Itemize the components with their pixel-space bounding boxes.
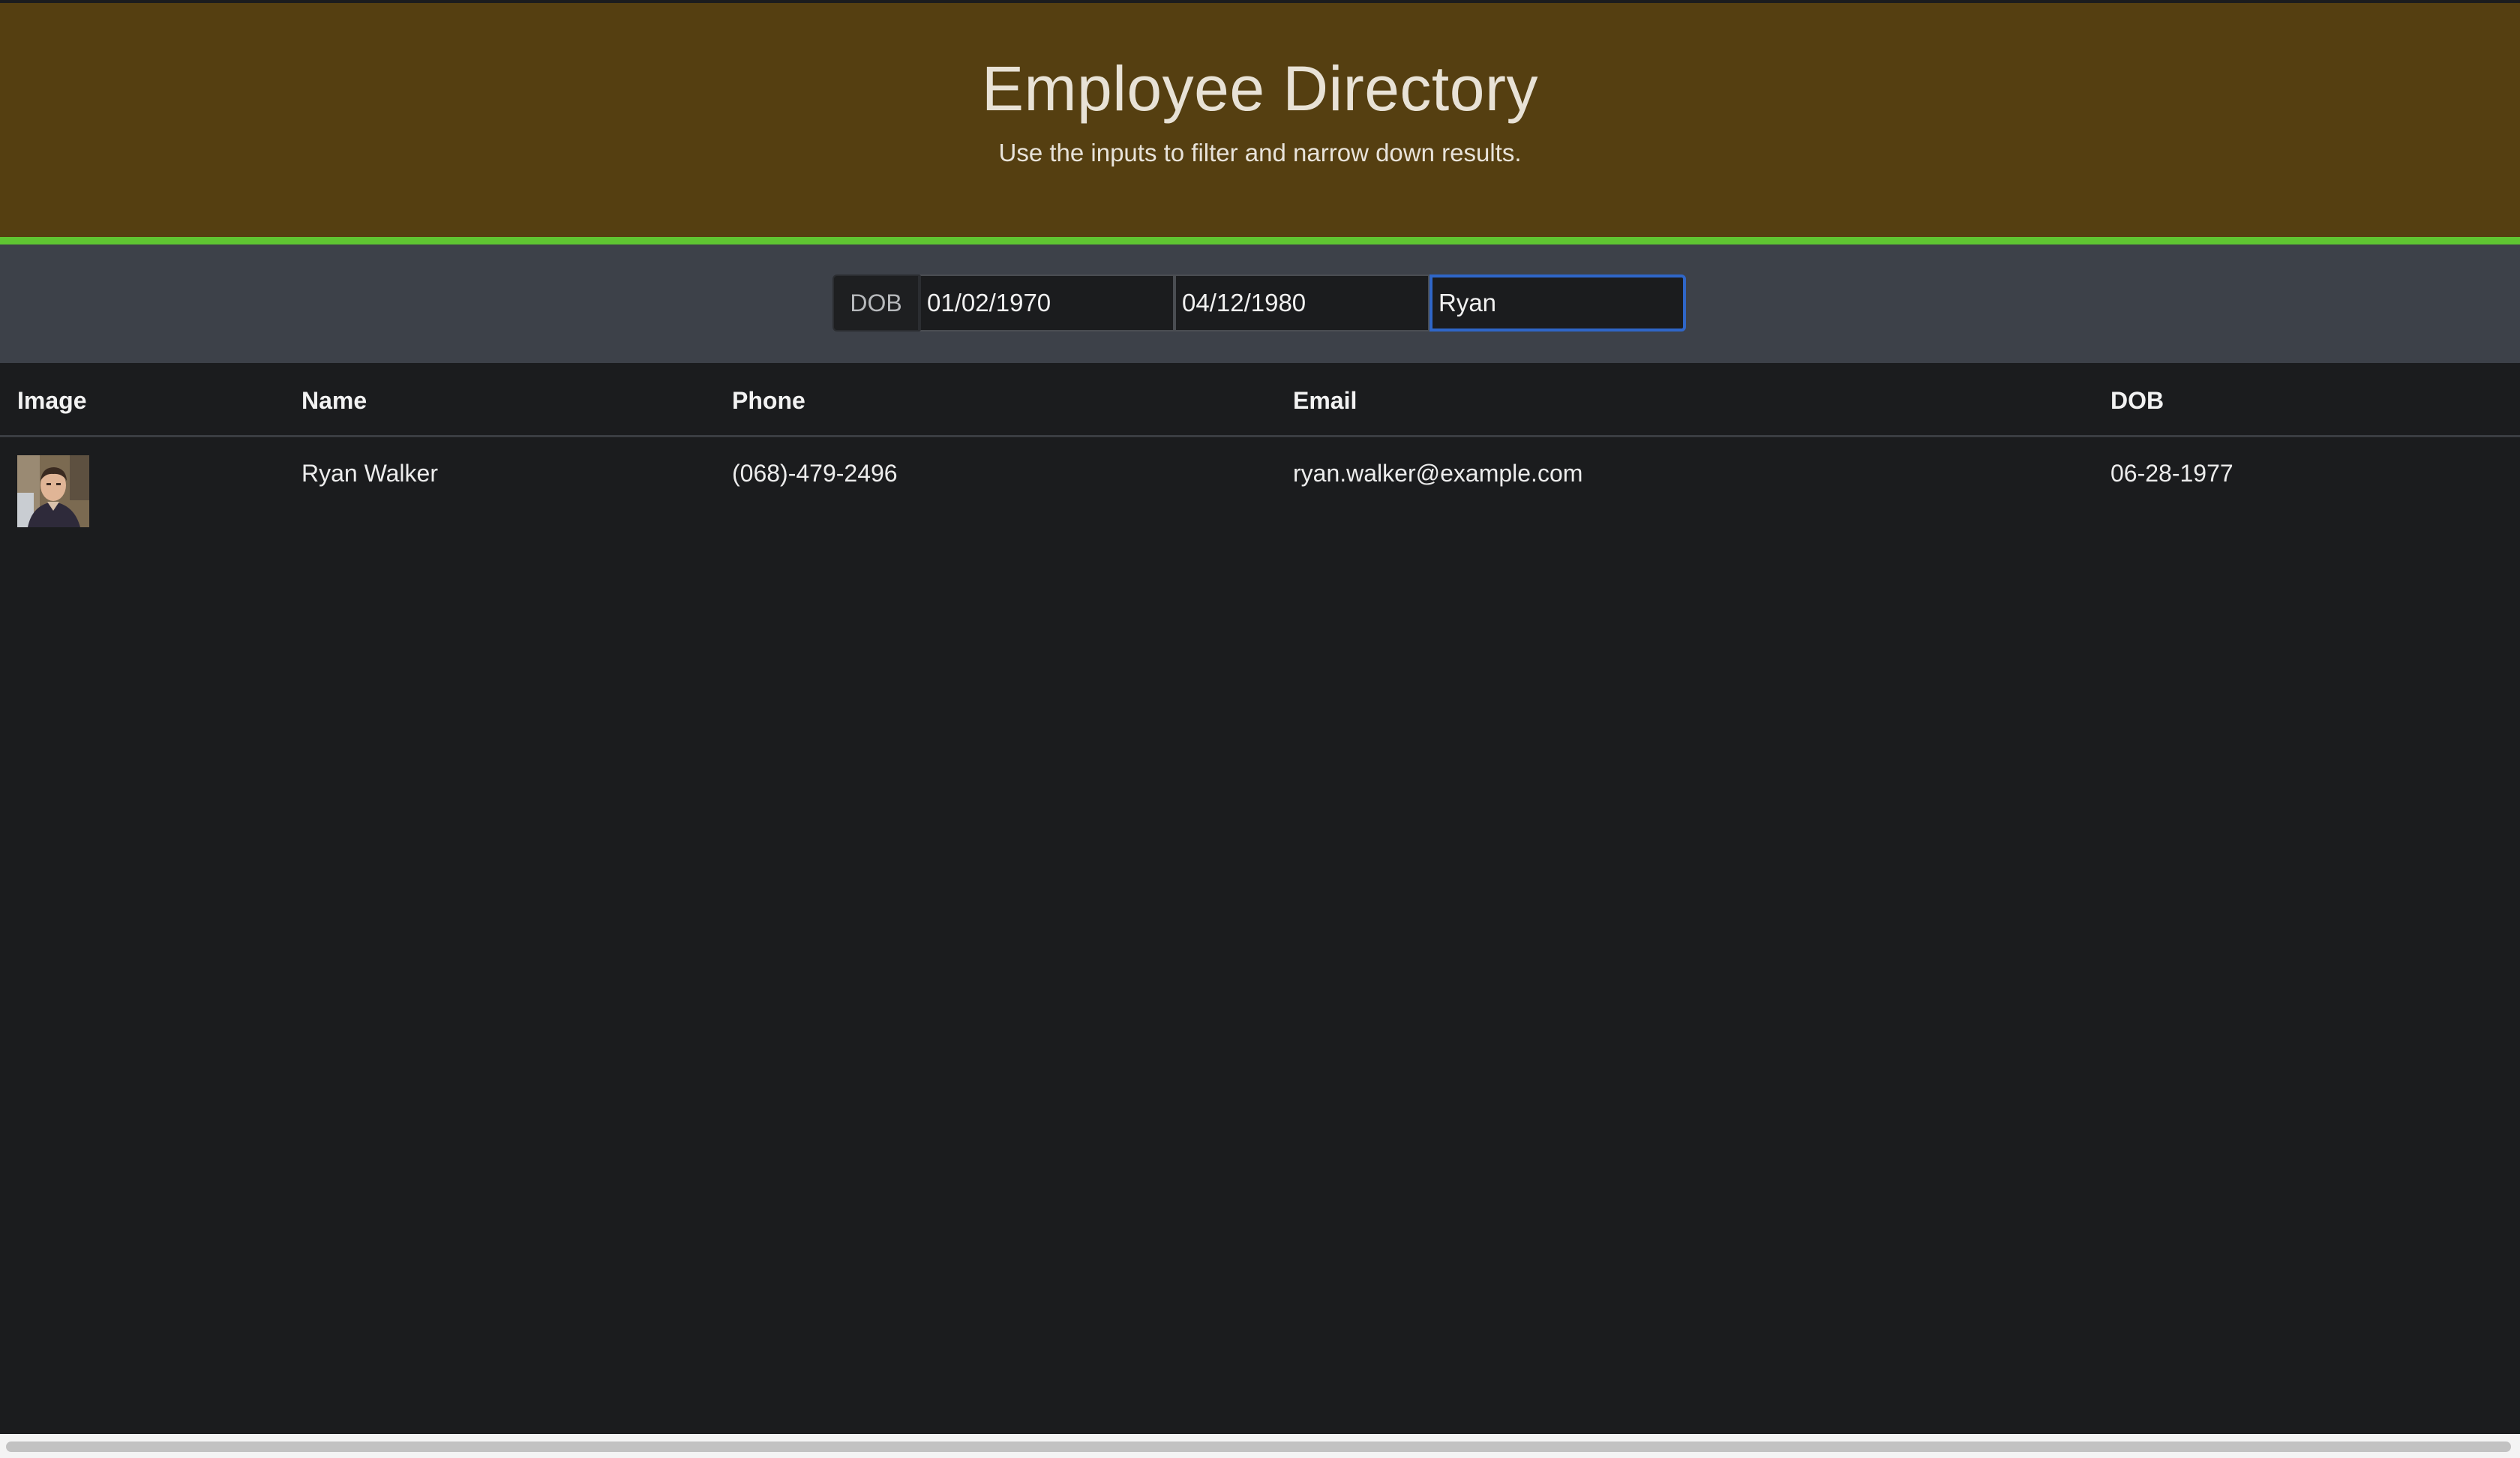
table-header: Image Name Phone Email DOB: [0, 363, 2520, 437]
dob-end-input[interactable]: [1174, 274, 1430, 332]
employee-email: ryan.walker@example.com: [1293, 460, 1583, 487]
page-header: Employee Directory Use the inputs to fil…: [0, 3, 2520, 237]
page-subtitle: Use the inputs to filter and narrow down…: [998, 139, 1522, 166]
column-header-phone[interactable]: Phone: [732, 386, 806, 416]
horizontal-scrollbar[interactable]: [0, 1434, 2520, 1458]
table-row: Ryan Walker (068)-479-2496 ryan.walker@e…: [0, 437, 2520, 535]
page-title: Employee Directory: [982, 53, 1538, 124]
employee-name: Ryan Walker: [302, 460, 438, 487]
column-header-email[interactable]: Email: [1293, 386, 1357, 416]
employee-directory-page: Employee Directory Use the inputs to fil…: [0, 0, 2520, 1458]
person-photo-icon: [17, 455, 89, 527]
name-search-input[interactable]: [1430, 274, 1686, 332]
header-accent-bar: [0, 237, 2520, 244]
column-header-image[interactable]: Image: [17, 386, 86, 416]
column-header-dob[interactable]: DOB: [2110, 386, 2164, 416]
scrollbar-thumb[interactable]: [6, 1442, 2511, 1452]
employee-photo: [17, 455, 89, 527]
column-header-name[interactable]: Name: [302, 386, 367, 416]
dob-label: DOB: [832, 274, 920, 332]
filter-bar: DOB: [0, 244, 2520, 363]
dob-start-input[interactable]: [920, 274, 1174, 332]
employee-phone: (068)-479-2496: [732, 460, 898, 487]
employee-dob: 06-28-1977: [2110, 460, 2234, 487]
filter-input-group: DOB: [832, 274, 1686, 332]
